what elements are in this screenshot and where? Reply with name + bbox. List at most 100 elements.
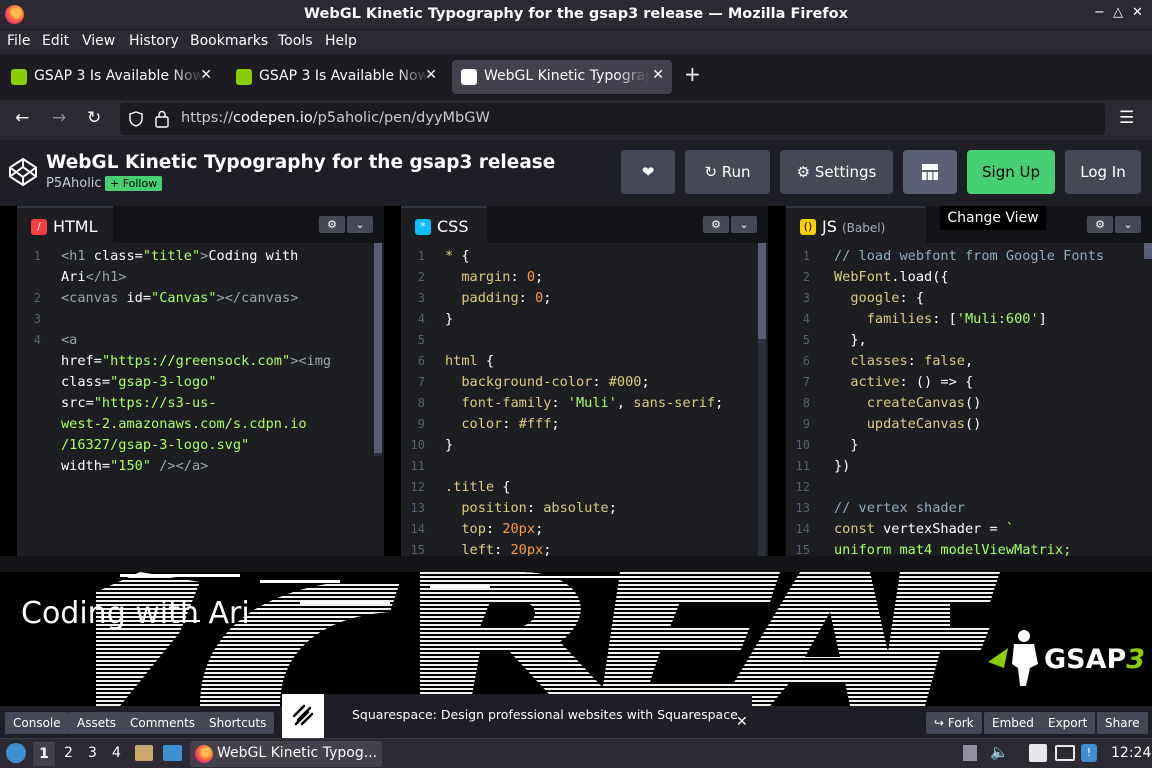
- squarespace-ad[interactable]: Squarespace: Design professional website…: [282, 694, 752, 738]
- menu-history[interactable]: History: [129, 33, 179, 49]
- ad-close-button[interactable]: ✕: [736, 714, 748, 730]
- change-view-tooltip: Change View: [940, 206, 1046, 230]
- run-button[interactable]: ↻ Run: [685, 150, 770, 194]
- gsap-logo-text: GSAP3: [1044, 644, 1146, 675]
- desktop-icon[interactable]: [163, 745, 182, 761]
- tab-bar: GSAP 3 Is Available Now! ✕ GSAP 3 Is Ava…: [0, 54, 1152, 100]
- settings-button[interactable]: ⚙ Settings: [780, 150, 893, 194]
- menu-bookmarks[interactable]: Bookmarks: [190, 33, 268, 49]
- lock-icon: [155, 110, 169, 128]
- gsap-favicon-icon: [236, 69, 252, 85]
- close-tab-icon[interactable]: ✕: [425, 67, 437, 83]
- menu-bar: File Edit View History Bookmarks Tools H…: [0, 30, 1152, 54]
- scroll-thumb[interactable]: [374, 243, 382, 453]
- menu-tools[interactable]: Tools: [278, 33, 313, 49]
- tab-webgl-kinetic[interactable]: WebGL Kinetic Typography ✕: [452, 60, 672, 94]
- export-button[interactable]: Export: [1040, 712, 1096, 734]
- menu-help[interactable]: Help: [325, 33, 357, 49]
- scroll-thumb[interactable]: [758, 243, 766, 339]
- css-scrollbar[interactable]: [758, 243, 766, 556]
- login-button[interactable]: Log In: [1065, 150, 1141, 194]
- firefox-icon: [195, 745, 213, 763]
- js-scrollbar[interactable]: [1144, 243, 1152, 556]
- comments-button[interactable]: Comments: [122, 712, 204, 734]
- pane-settings-icon[interactable]: ⚙: [319, 216, 345, 233]
- tab-gsap3-2[interactable]: GSAP 3 Is Available Now! ✕: [227, 60, 445, 94]
- pen-title: WebGL Kinetic Typography for the gsap3 r…: [46, 152, 556, 173]
- minimize-button[interactable]: −: [1094, 5, 1105, 20]
- css-pane-tab[interactable]: * CSS: [401, 206, 487, 243]
- codepen-favicon-icon: [461, 69, 477, 85]
- display-icon[interactable]: [1055, 745, 1075, 761]
- start-menu-icon[interactable]: [6, 743, 26, 763]
- hamburger-menu-icon[interactable]: ☰: [1119, 108, 1134, 128]
- preview-heading: Coding with Ari: [21, 596, 250, 631]
- clock: 12:24: [1111, 745, 1152, 761]
- workspace-2[interactable]: 2: [64, 745, 73, 761]
- workspace-1[interactable]: 1: [33, 742, 55, 766]
- fork-button[interactable]: ↪ Fork: [926, 712, 982, 734]
- taskbar-firefox-window[interactable]: WebGL Kinetic Typog...: [190, 741, 382, 767]
- share-button[interactable]: Share: [1097, 712, 1148, 734]
- taskbar-window-label: WebGL Kinetic Typog...: [217, 745, 378, 761]
- maximize-button[interactable]: △: [1113, 5, 1123, 20]
- workspace-4[interactable]: 4: [112, 745, 121, 761]
- file-manager-icon[interactable]: [135, 745, 153, 761]
- usb-icon[interactable]: [963, 745, 977, 761]
- change-view-button[interactable]: [903, 150, 957, 194]
- html-slash-icon: /: [31, 219, 47, 235]
- pane-settings-icon[interactable]: ⚙: [703, 216, 729, 233]
- close-window-button[interactable]: ✕: [1132, 5, 1143, 20]
- follow-button[interactable]: + Follow: [105, 176, 163, 191]
- css-editor-pane: * CSS ⚙ ⌄ 1 * { 2 margin: 0; 3 padding: 0;…: [401, 206, 768, 556]
- clipboard-icon[interactable]: [1029, 744, 1047, 762]
- menu-edit[interactable]: Edit: [42, 33, 69, 49]
- notification-icon[interactable]: !: [1081, 744, 1097, 762]
- volume-icon[interactable]: 🔈: [990, 743, 1009, 761]
- html-code[interactable]: 1 <h1 class="title">Coding with Ari</h1> …: [17, 246, 372, 477]
- window-titlebar: WebGL Kinetic Typography for the gsap3 r…: [0, 0, 1152, 30]
- system-taskbar: 1 2 3 4 WebGL Kinetic Typog... 🔈 ! 12:24: [0, 738, 1152, 768]
- embed-button[interactable]: Embed: [984, 712, 1042, 734]
- codepen-logo-icon[interactable]: [8, 157, 38, 187]
- heart-icon: ❤: [641, 163, 655, 181]
- pane-settings-icon[interactable]: ⚙: [1087, 216, 1113, 233]
- html-scrollbar[interactable]: [374, 243, 382, 456]
- close-tab-icon[interactable]: ✕: [200, 67, 212, 83]
- pane-controls: ⚙ ⌄: [703, 216, 759, 233]
- chevron-down-icon[interactable]: ⌄: [347, 216, 373, 233]
- like-button[interactable]: ❤: [621, 150, 675, 194]
- shield-icon: [129, 111, 143, 127]
- assets-button[interactable]: Assets: [69, 712, 125, 734]
- menu-file[interactable]: File: [7, 33, 30, 49]
- chevron-down-icon[interactable]: ⌄: [731, 216, 757, 233]
- new-tab-button[interactable]: +: [684, 62, 701, 86]
- css-code[interactable]: 1 * { 2 margin: 0; 3 padding: 0; 4} 5 6 ht…: [401, 246, 756, 556]
- workspace-3[interactable]: 3: [88, 745, 97, 761]
- js-code[interactable]: 1// load webfont from Google Fonts 2 WebF…: [786, 246, 1142, 556]
- preview-area: Coding with Ari GSAP3: [0, 572, 1152, 706]
- pane-title: JS (Babel): [822, 217, 886, 236]
- js-editor-pane: () JS (Babel) ⚙ ⌄ 1// load webfont from G…: [786, 206, 1152, 556]
- pen-author[interactable]: P5Aholic: [46, 176, 102, 191]
- close-tab-icon[interactable]: ✕: [652, 67, 664, 83]
- js-pane-tab[interactable]: () JS (Babel): [786, 206, 926, 243]
- signup-button[interactable]: Sign Up: [967, 150, 1055, 194]
- gsap-favicon-icon: [11, 69, 27, 85]
- console-button[interactable]: Console: [5, 712, 69, 734]
- reload-icon[interactable]: ↻: [87, 108, 101, 128]
- pane-controls: ⚙ ⌄: [1087, 216, 1143, 233]
- layout-grid-icon: [922, 164, 938, 180]
- kinetic-typography-canvas: [96, 572, 1000, 706]
- html-pane-tab[interactable]: / HTML: [17, 206, 113, 243]
- chevron-down-icon[interactable]: ⌄: [1115, 216, 1141, 233]
- menu-view[interactable]: View: [82, 33, 115, 49]
- scroll-thumb[interactable]: [1144, 243, 1152, 259]
- shortcuts-button[interactable]: Shortcuts: [201, 712, 275, 734]
- back-arrow-icon[interactable]: ←: [15, 108, 29, 128]
- forward-arrow-icon[interactable]: →: [52, 108, 66, 128]
- url-text: https://codepen.io/p5aholic/pen/dyyMbGW: [181, 110, 490, 126]
- url-bar[interactable]: https://codepen.io/p5aholic/pen/dyyMbGW: [120, 103, 1105, 135]
- gsap-logo[interactable]: GSAP3: [986, 628, 1145, 690]
- tab-gsap3-1[interactable]: GSAP 3 Is Available Now! ✕: [2, 60, 220, 94]
